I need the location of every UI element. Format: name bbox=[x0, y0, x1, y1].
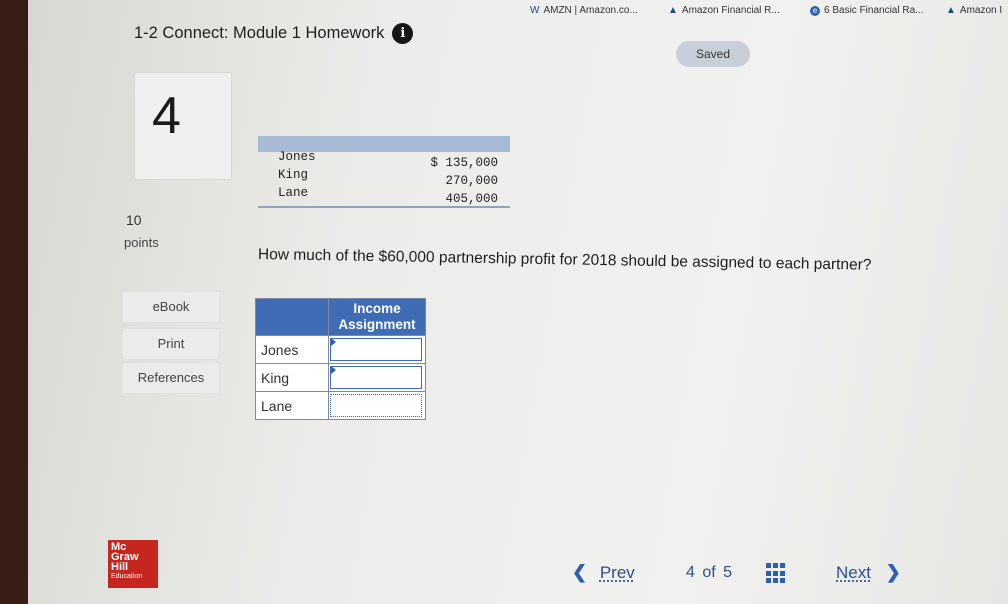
header-line2: Assignment bbox=[338, 317, 416, 332]
bookmark-label: AMZN | Amazon.co... bbox=[543, 5, 638, 16]
of-label: of bbox=[702, 564, 716, 581]
current-page: 4 bbox=[686, 564, 695, 581]
bookmark-basic-financial[interactable]: e 6 Basic Financial Ra... bbox=[810, 5, 924, 16]
answer-cell bbox=[328, 335, 426, 364]
ref-name-king: King bbox=[278, 168, 309, 182]
chart-icon: ▲ bbox=[946, 5, 956, 16]
page-counter: 4 of 5 bbox=[686, 564, 732, 582]
circle-icon: e bbox=[810, 5, 820, 16]
next-button[interactable]: Next bbox=[836, 563, 871, 582]
bookmark-amzn[interactable]: W AMZN | Amazon.co... bbox=[530, 5, 638, 16]
answer-table-corner bbox=[255, 298, 329, 336]
income-assignment-header: Income Assignment bbox=[328, 298, 426, 336]
cell-marker-icon bbox=[331, 338, 336, 346]
reference-table: Jones King Lane $ 135,000 270,000 405,00… bbox=[258, 136, 510, 214]
jones-income-input[interactable] bbox=[330, 338, 422, 361]
header-line1: Income bbox=[353, 301, 401, 316]
reference-names: Jones King Lane bbox=[278, 148, 316, 202]
points-label: points bbox=[124, 235, 159, 250]
question-prompt: How much of the $60,000 partnership prof… bbox=[257, 246, 872, 274]
chevron-right-icon: ❯ bbox=[885, 562, 901, 582]
logo-line: Education bbox=[111, 573, 143, 580]
table-row: Lane bbox=[255, 391, 426, 420]
total-pages: 5 bbox=[723, 564, 733, 581]
ref-value-king: 270,000 bbox=[445, 174, 498, 188]
lane-income-input[interactable] bbox=[330, 394, 422, 417]
table-row: Jones bbox=[255, 335, 426, 364]
grid-icon[interactable] bbox=[766, 563, 787, 584]
w-icon: W bbox=[530, 5, 540, 16]
logo-line: Hill bbox=[111, 561, 129, 573]
homework-title: 1-2 Connect: Module 1 Homework i bbox=[134, 23, 414, 44]
mcgraw-hill-logo: Mc Graw Hill Education bbox=[108, 540, 158, 588]
page-title: 1-2 Connect: Module 1 Homework bbox=[134, 24, 385, 42]
info-icon[interactable]: i bbox=[392, 23, 414, 44]
bookmark-label: Amazon I bbox=[959, 5, 1003, 16]
saved-status-badge: Saved bbox=[676, 41, 750, 67]
print-button[interactable]: Print bbox=[122, 328, 220, 360]
chart-icon: ▲ bbox=[668, 5, 678, 16]
answer-cell bbox=[328, 363, 426, 392]
reference-table-rule bbox=[258, 206, 510, 208]
ebook-button[interactable]: eBook bbox=[122, 291, 220, 323]
bookmark-label: 6 Basic Financial Ra... bbox=[824, 5, 924, 16]
cell-marker-icon bbox=[331, 366, 336, 374]
answer-cell bbox=[328, 391, 426, 420]
table-row: King bbox=[255, 363, 426, 392]
points-value: 10 bbox=[126, 212, 142, 228]
references-button[interactable]: References bbox=[122, 362, 220, 394]
prev-button[interactable]: Prev bbox=[600, 563, 635, 582]
ref-name-jones: Jones bbox=[278, 150, 316, 164]
answer-table: Income Assignment Jones King Lane bbox=[255, 298, 426, 420]
ref-value-jones: $ 135,000 bbox=[430, 156, 498, 170]
bookmark-label: Amazon Financial R... bbox=[681, 5, 780, 16]
reference-values: $ 135,000 270,000 405,000 bbox=[430, 154, 498, 208]
row-name-lane: Lane bbox=[255, 391, 329, 420]
chevron-left-icon: ❮ bbox=[572, 562, 588, 582]
bookmark-amazon-financial[interactable]: ▲ Amazon Financial R... bbox=[668, 5, 780, 16]
next-nav[interactable]: Next ❯ bbox=[836, 562, 901, 583]
ref-name-lane: Lane bbox=[278, 186, 309, 200]
screen: W AMZN | Amazon.co... ▲ Amazon Financial… bbox=[28, 0, 1008, 604]
question-number-box bbox=[134, 72, 232, 180]
prev-nav[interactable]: ❮ Prev bbox=[572, 562, 635, 583]
row-name-king: King bbox=[255, 363, 329, 392]
row-name-jones: Jones bbox=[255, 335, 329, 364]
bookmark-amazon[interactable]: ▲ Amazon I bbox=[946, 5, 1002, 16]
king-income-input[interactable] bbox=[330, 366, 422, 389]
question-number: 4 bbox=[152, 87, 181, 145]
